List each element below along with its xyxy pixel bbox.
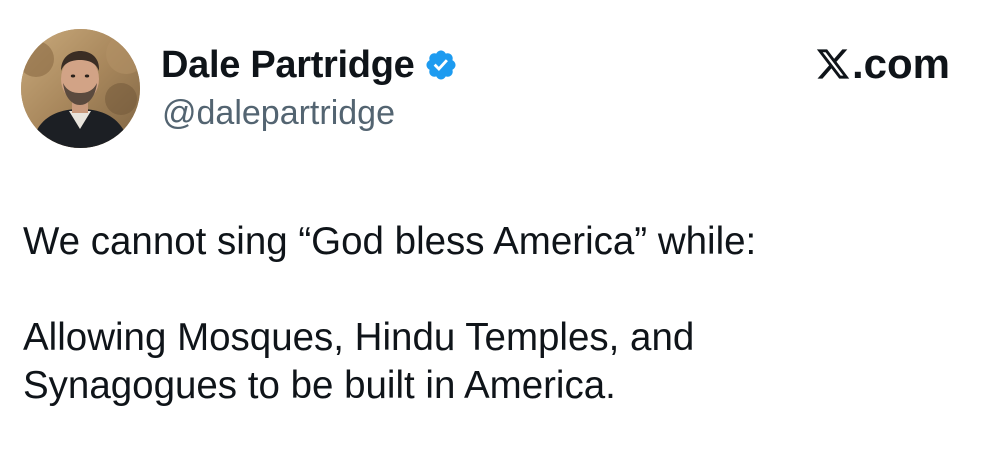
display-name-row: Dale Partridge — [161, 40, 458, 90]
verified-badge-icon — [426, 50, 456, 80]
tweet-line-3: Synagogues to be built in America. — [23, 364, 616, 407]
display-name[interactable]: Dale Partridge — [161, 44, 415, 87]
avatar-photo — [21, 29, 140, 148]
tweet-line-1: We cannot sing “God bless America” while… — [23, 220, 757, 263]
x-logo-icon — [816, 49, 850, 79]
avatar[interactable] — [21, 29, 140, 148]
tweet-card: Dale Partridge @dalepartridge .com We ca… — [0, 0, 1000, 469]
author-handle[interactable]: @dalepartridge — [162, 94, 395, 133]
site-label: .com — [815, 40, 950, 88]
tweet-line-2: Allowing Mosques, Hindu Temples, and — [23, 316, 695, 359]
site-label-text: .com — [851, 40, 950, 87]
tweet-text: We cannot sing “God bless America” while… — [23, 218, 973, 410]
tweet-paragraph-gap — [23, 266, 973, 314]
